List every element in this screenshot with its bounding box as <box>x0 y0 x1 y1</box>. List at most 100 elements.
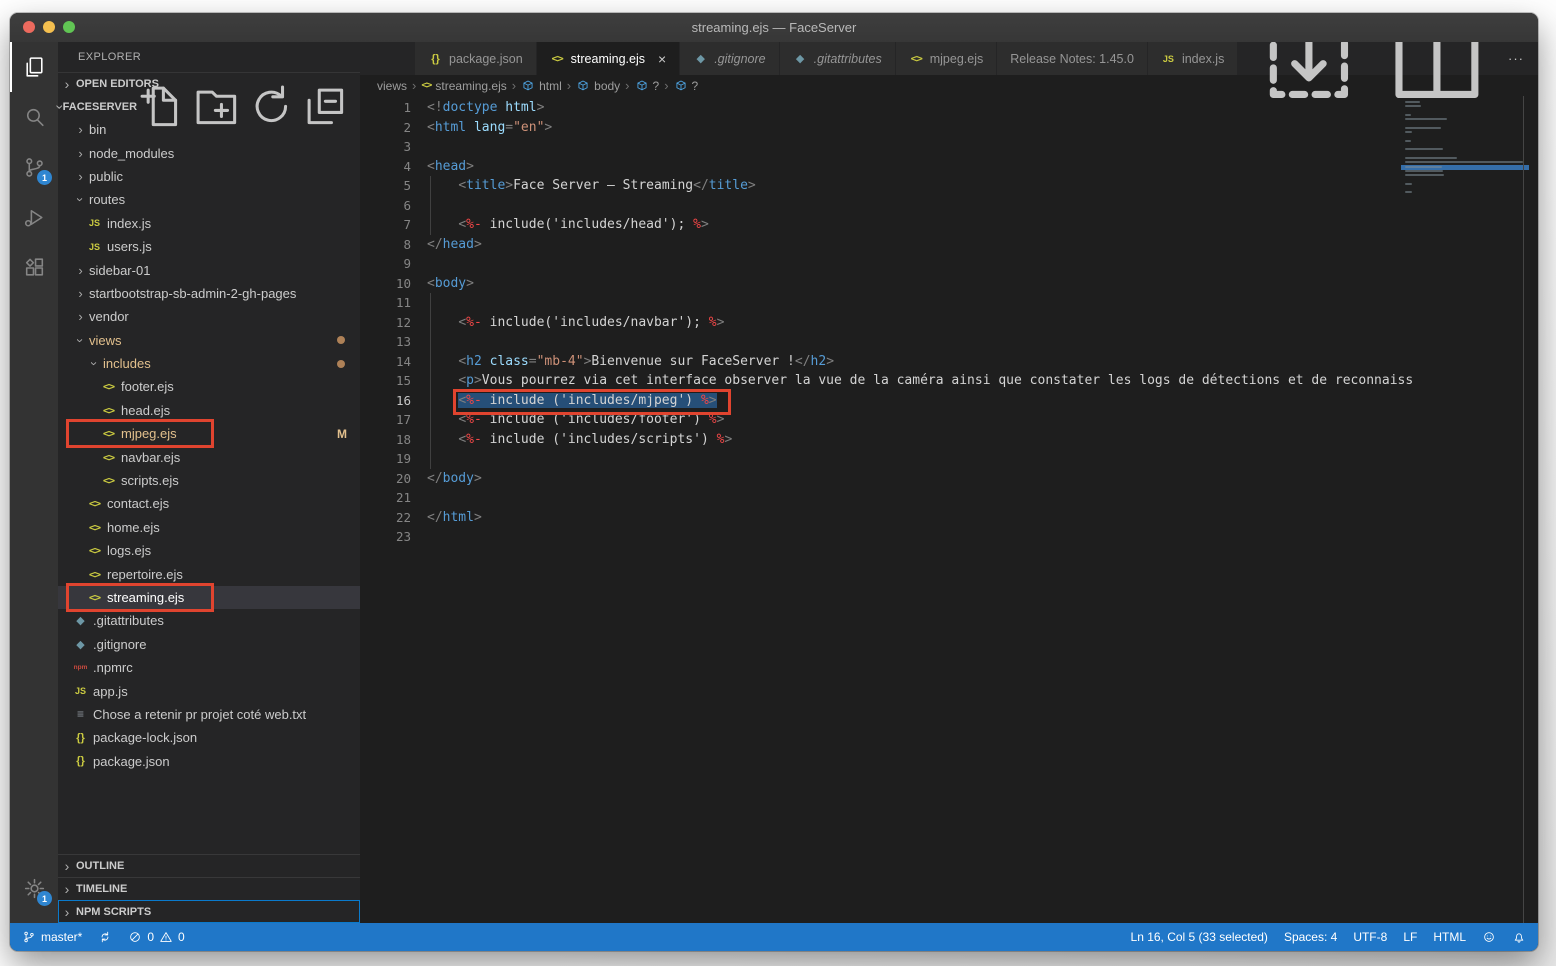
sidebar-section-outline[interactable]: › OUTLINE <box>58 854 360 877</box>
status-eol[interactable]: LF <box>1403 930 1417 944</box>
tree-item-scripts.ejs[interactable]: <> scripts.ejs <box>58 469 360 492</box>
indent-guide <box>430 351 431 371</box>
code-editor[interactable]: 1 <!doctype html> 2 <html lang="en"> 3 4 <head… <box>360 96 1538 923</box>
git-branch-icon <box>22 930 36 944</box>
tree-item-index.js[interactable]: JS index.js <box>58 212 360 235</box>
tree-item-head.ejs[interactable]: <> head.ejs <box>58 399 360 422</box>
tree-item-package.json[interactable]: {} package.json <box>58 750 360 773</box>
status-cursor-position[interactable]: Ln 16, Col 5 (33 selected) <box>1131 930 1268 944</box>
symbol-icon <box>576 79 590 93</box>
status-encoding[interactable]: UTF-8 <box>1353 930 1387 944</box>
status-text: Ln 16, Col 5 (33 selected) <box>1130 930 1268 944</box>
tree-item-node-modules[interactable]: › node_modules <box>58 141 360 164</box>
tab-mjpeg.ejs[interactable]: <> mjpeg.ejs <box>895 42 998 75</box>
breadcrumb-label: views <box>377 78 408 93</box>
tree-item-contact.ejs[interactable]: <> contact.ejs <box>58 492 360 515</box>
code-line-18: 18 <%- include ('includes/scripts') %> <box>360 429 1404 449</box>
more-actions-button[interactable]: ··· <box>1508 50 1524 68</box>
tree-item-label: .npmrc <box>93 660 133 676</box>
tab-package.json[interactable]: {} package.json <box>415 42 537 75</box>
project-section-header[interactable]: › FACESERVER <box>52 85 360 127</box>
activity-item-run-debug[interactable] <box>10 192 58 242</box>
tree-item-.npmrc[interactable]: npm .npmrc <box>58 656 360 679</box>
tree-item-streaming.ejs[interactable]: <> streaming.ejs <box>58 582 360 613</box>
js-icon: JS <box>88 218 100 229</box>
tree-item-repertoire.ejs[interactable]: <> repertoire.ejs <box>58 562 360 585</box>
line-number: 8 <box>403 236 411 252</box>
status-git-branch[interactable]: master* <box>22 930 82 944</box>
line-text: <!doctype html> <box>427 100 545 115</box>
tab-release-notes-1.45.0[interactable]: Release Notes: 1.45.0 <box>997 42 1148 75</box>
status-text: LF <box>1403 930 1418 944</box>
breadcrumb-item-?[interactable]: ? <box>674 79 698 93</box>
breadcrumb-item-views[interactable]: views <box>377 79 407 93</box>
chevron-right-icon: › <box>78 168 83 184</box>
close-window-button[interactable] <box>23 21 35 33</box>
minimap-line <box>1405 182 1412 185</box>
tree-item-package-lock.json[interactable]: {} package-lock.json <box>58 726 360 749</box>
tab-index.js[interactable]: JS index.js <box>1147 42 1239 75</box>
tree-item-mjpeg.ejs[interactable]: <> mjpeg.ejs M <box>58 419 360 449</box>
window-controls <box>23 21 75 33</box>
tree-item-includes[interactable]: › includes <box>58 352 360 375</box>
status-feedback[interactable] <box>1482 930 1496 944</box>
tree-item-label: routes <box>89 192 126 208</box>
indent-guide <box>430 390 431 410</box>
activity-bar: 11 <box>10 42 58 923</box>
status-problems[interactable]: 00 <box>128 930 185 944</box>
zoom-window-button[interactable] <box>63 21 75 33</box>
sidebar-section-timeline[interactable]: › TIMELINE <box>58 877 360 900</box>
breadcrumb-item-streaming.ejs[interactable]: <> streaming.ejs <box>421 79 506 93</box>
line-text: <p>Vous pourrez via cet interface observ… <box>411 371 1413 391</box>
minimap[interactable] <box>1401 100 1529 923</box>
close-tab-icon[interactable]: × <box>658 52 666 66</box>
breadcrumb-item-body[interactable]: body <box>576 79 620 93</box>
status-language-mode[interactable]: HTML <box>1433 930 1466 944</box>
tree-item-bin[interactable]: › bin <box>58 118 360 141</box>
tree-item-public[interactable]: › public <box>58 165 360 188</box>
tree-item-vendor[interactable]: › vendor <box>58 305 360 328</box>
json-icon: {} <box>431 52 440 65</box>
tree-item-home.ejs[interactable]: <> home.ejs <box>58 516 360 539</box>
tab-streaming.ejs[interactable]: <> streaming.ejs × <box>536 42 681 75</box>
tree-item-views[interactable]: › views <box>58 329 360 352</box>
tree-item-chose-a-retenir-pr-projet-cot-web.txt[interactable]: ≡ Chose a retenir pr projet coté web.txt <box>58 703 360 726</box>
file-tree: › bin › node_modules › public › routes JS index.j… <box>58 118 360 854</box>
tree-item-users.js[interactable]: JS users.js <box>58 235 360 258</box>
tree-item-app.js[interactable]: JS app.js <box>58 679 360 702</box>
minimap-line <box>1405 156 1457 160</box>
sidebar-section-npm-scripts[interactable]: › NPM SCRIPTS <box>58 900 360 923</box>
editor-scrollbar[interactable] <box>1523 96 1538 923</box>
status-notifications[interactable] <box>1512 930 1526 944</box>
breadcrumb-item-html[interactable]: html <box>521 79 562 93</box>
code-line-11: 11 <box>360 293 1404 313</box>
minimize-window-button[interactable] <box>43 21 55 33</box>
tree-item-navbar.ejs[interactable]: <> navbar.ejs <box>58 445 360 468</box>
activity-item-source-control[interactable]: 1 <box>10 142 58 192</box>
code-line-12: 12 <%- include('includes/navbar'); %> <box>360 312 1404 332</box>
tab-.gitignore[interactable]: ◆ .gitignore <box>680 42 780 75</box>
tree-item-.gitattributes[interactable]: ◆ .gitattributes <box>58 609 360 632</box>
vscode-window: streaming.ejs — FaceServer 11 EXPLORER ›… <box>10 13 1538 951</box>
tree-item-routes[interactable]: › routes <box>58 188 360 211</box>
status-sync[interactable] <box>98 930 112 944</box>
tree-item-footer.ejs[interactable]: <> footer.ejs <box>58 375 360 398</box>
breadcrumb[interactable]: views › <> streaming.ejs › html › body ›? ›? <box>360 75 1538 96</box>
sync-icon <box>98 930 112 944</box>
tree-item-startbootstrap-sb-admin-2-gh-pages[interactable]: › startbootstrap-sb-admin-2-gh-pages <box>58 282 360 305</box>
manage-button[interactable]: 1 <box>10 863 58 913</box>
status-indentation[interactable]: Spaces: 4 <box>1284 930 1337 944</box>
tab-.gitattributes[interactable]: ◆ .gitattributes <box>779 42 896 75</box>
tree-item-sidebar-01[interactable]: › sidebar-01 <box>58 258 360 281</box>
title-bar[interactable]: streaming.ejs — FaceServer <box>10 13 1538 42</box>
line-number: 15 <box>395 373 411 388</box>
activity-item-search[interactable] <box>10 92 58 142</box>
tree-item-logs.ejs[interactable]: <> logs.ejs <box>58 539 360 562</box>
line-number: 10 <box>395 275 411 291</box>
run-debug-icon <box>22 205 47 230</box>
activity-item-explorer[interactable] <box>10 42 58 92</box>
tree-item-.gitignore[interactable]: ◆ .gitignore <box>58 633 360 656</box>
breadcrumb-item-?[interactable]: ? <box>635 79 659 93</box>
line-text <box>411 293 431 313</box>
activity-item-extensions[interactable] <box>10 242 58 292</box>
